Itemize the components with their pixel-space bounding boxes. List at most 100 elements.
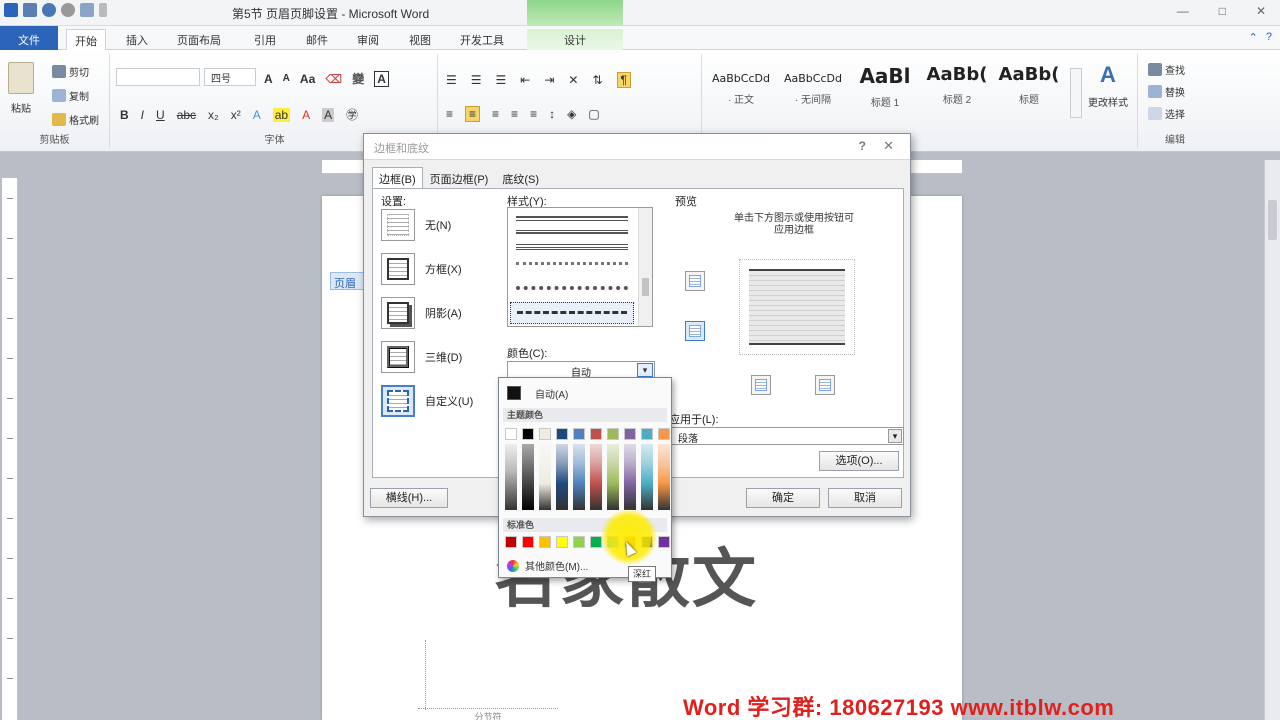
horizontal-line-button[interactable]: 横线(H)... [370, 488, 448, 508]
borders-icon[interactable]: ▢ [588, 107, 599, 121]
chevron-down-icon[interactable]: ▾ [637, 363, 653, 377]
standard-color-swatch[interactable] [522, 536, 534, 548]
undo-icon[interactable] [42, 3, 56, 17]
save-icon[interactable] [23, 3, 37, 17]
style-title[interactable]: AaBb( 标题 [994, 64, 1064, 118]
style-option-selected[interactable] [510, 302, 634, 324]
right-border-button[interactable] [815, 375, 835, 395]
shrink-font-icon[interactable]: A [283, 73, 290, 84]
theme-color-shades[interactable] [505, 444, 517, 510]
theme-color-shades[interactable] [522, 444, 534, 510]
highlight-icon[interactable]: ab [272, 107, 291, 122]
bold-icon[interactable]: B [120, 108, 129, 122]
bullets-icon[interactable]: ☰ [446, 73, 457, 87]
paste-button[interactable]: 粘贴 [8, 62, 34, 115]
font-size-combo[interactable]: 四号 [204, 68, 256, 86]
copy-button[interactable]: 复制 [52, 88, 89, 103]
clear-format-icon[interactable]: ⌫ [325, 72, 342, 86]
theme-color-swatch[interactable] [658, 428, 670, 440]
theme-color-shades[interactable] [573, 444, 585, 510]
text-effects-icon[interactable]: A [253, 108, 261, 122]
tab-mailings[interactable]: 邮件 [298, 29, 336, 50]
standard-color-swatch[interactable] [556, 536, 568, 548]
setting-3d[interactable]: 三维(D) [381, 341, 462, 373]
justify-icon[interactable]: ≡ [511, 107, 518, 121]
customize-qat-icon[interactable] [99, 3, 107, 17]
theme-color-shades[interactable] [624, 444, 636, 510]
strikethrough-icon[interactable]: abc [177, 108, 196, 122]
line-spacing-icon[interactable]: ↕ [549, 107, 555, 121]
chinese-layout-icon[interactable]: ✕ [568, 73, 578, 87]
theme-color-swatch[interactable] [522, 428, 534, 440]
options-button[interactable]: 选项(O)... [819, 451, 899, 471]
ok-button[interactable]: 确定 [746, 488, 820, 508]
setting-none[interactable]: 无(N) [381, 209, 451, 241]
style-option-triple[interactable] [516, 244, 628, 250]
setting-box[interactable]: 方框(X) [381, 253, 462, 285]
vertical-scrollbar[interactable] [1264, 160, 1280, 720]
minimize-ribbon-icon[interactable]: ⌃ [1249, 31, 1258, 44]
theme-color-swatch[interactable] [590, 428, 602, 440]
find-button[interactable]: 查找 [1148, 62, 1185, 77]
standard-color-swatch[interactable] [539, 536, 551, 548]
change-styles-button[interactable]: A 更改样式 [1088, 62, 1128, 109]
align-right-icon[interactable]: ≡ [492, 107, 499, 121]
char-shading-icon[interactable]: A [322, 107, 335, 122]
word-app-icon[interactable] [4, 3, 18, 17]
border-style-list[interactable] [507, 207, 653, 327]
sort-icon[interactable]: ⇅ [592, 73, 602, 87]
multilevel-list-icon[interactable]: ☰ [496, 73, 507, 87]
phonetic-guide-icon[interactable]: 變 [352, 70, 364, 87]
grow-font-icon[interactable]: A [264, 72, 273, 86]
tab-page-layout[interactable]: 页面布局 [169, 29, 229, 50]
help-icon[interactable]: ? [1266, 31, 1272, 44]
style-normal[interactable]: AaBbCcDd · 正文 [706, 64, 776, 118]
decrease-indent-icon[interactable]: ⇤ [520, 73, 530, 87]
numbering-icon[interactable]: ☰ [471, 73, 482, 87]
dialog-close-icon[interactable]: ✕ [883, 138, 894, 154]
distributed-icon[interactable]: ≡ [530, 107, 537, 121]
more-colors-option[interactable]: 其他颜色(M)... [507, 558, 588, 573]
char-border-icon[interactable]: A [374, 70, 389, 87]
style-heading-2[interactable]: AaBb( 标题 2 [922, 64, 992, 118]
left-border-button[interactable] [751, 375, 771, 395]
select-button[interactable]: 选择 [1148, 106, 1185, 121]
style-list-thumb[interactable] [642, 278, 649, 296]
font-name-combo[interactable] [116, 68, 200, 86]
tab-insert[interactable]: 插入 [118, 29, 156, 50]
automatic-color-option[interactable]: 自动(A) [503, 382, 667, 404]
header-tag[interactable]: 页眉 [330, 272, 366, 290]
theme-color-swatch[interactable] [624, 428, 636, 440]
align-left-icon[interactable]: ≡ [446, 107, 453, 121]
cut-button[interactable]: 剪切 [52, 64, 89, 79]
redo-icon[interactable] [61, 3, 75, 17]
style-no-spacing[interactable]: AaBbCcDd · 无间隔 [778, 64, 848, 118]
theme-color-shades[interactable] [641, 444, 653, 510]
style-option-thick-thin[interactable] [516, 216, 628, 221]
maximize-button[interactable]: □ [1219, 4, 1226, 18]
theme-color-shades[interactable] [556, 444, 568, 510]
theme-color-shades[interactable] [539, 444, 551, 510]
theme-color-swatch[interactable] [641, 428, 653, 440]
print-preview-icon[interactable] [80, 3, 94, 17]
theme-color-swatch[interactable] [539, 428, 551, 440]
font-color-icon[interactable]: A [302, 108, 310, 122]
tab-design[interactable]: 设计 [527, 29, 623, 50]
style-option-thin-thick[interactable] [516, 230, 628, 234]
style-heading-1[interactable]: AaBl 标题 1 [850, 64, 920, 118]
style-list-scrollbar[interactable] [638, 208, 652, 326]
dialog-help-icon[interactable]: ? [859, 139, 866, 153]
theme-color-swatch[interactable] [556, 428, 568, 440]
replace-button[interactable]: 替换 [1148, 84, 1185, 99]
theme-color-swatch[interactable] [573, 428, 585, 440]
styles-gallery-scroll[interactable] [1070, 68, 1082, 118]
enclose-char-icon[interactable]: ㊫ [346, 106, 358, 123]
standard-color-swatch[interactable] [573, 536, 585, 548]
shading-icon[interactable]: ◈ [567, 107, 576, 121]
tab-home[interactable]: 开始 [66, 29, 106, 50]
bottom-border-button[interactable] [685, 321, 705, 341]
standard-color-swatch[interactable] [658, 536, 670, 548]
vertical-ruler[interactable] [2, 178, 18, 720]
format-painter-button[interactable]: 格式刷 [52, 112, 99, 127]
tab-review[interactable]: 审阅 [349, 29, 387, 50]
